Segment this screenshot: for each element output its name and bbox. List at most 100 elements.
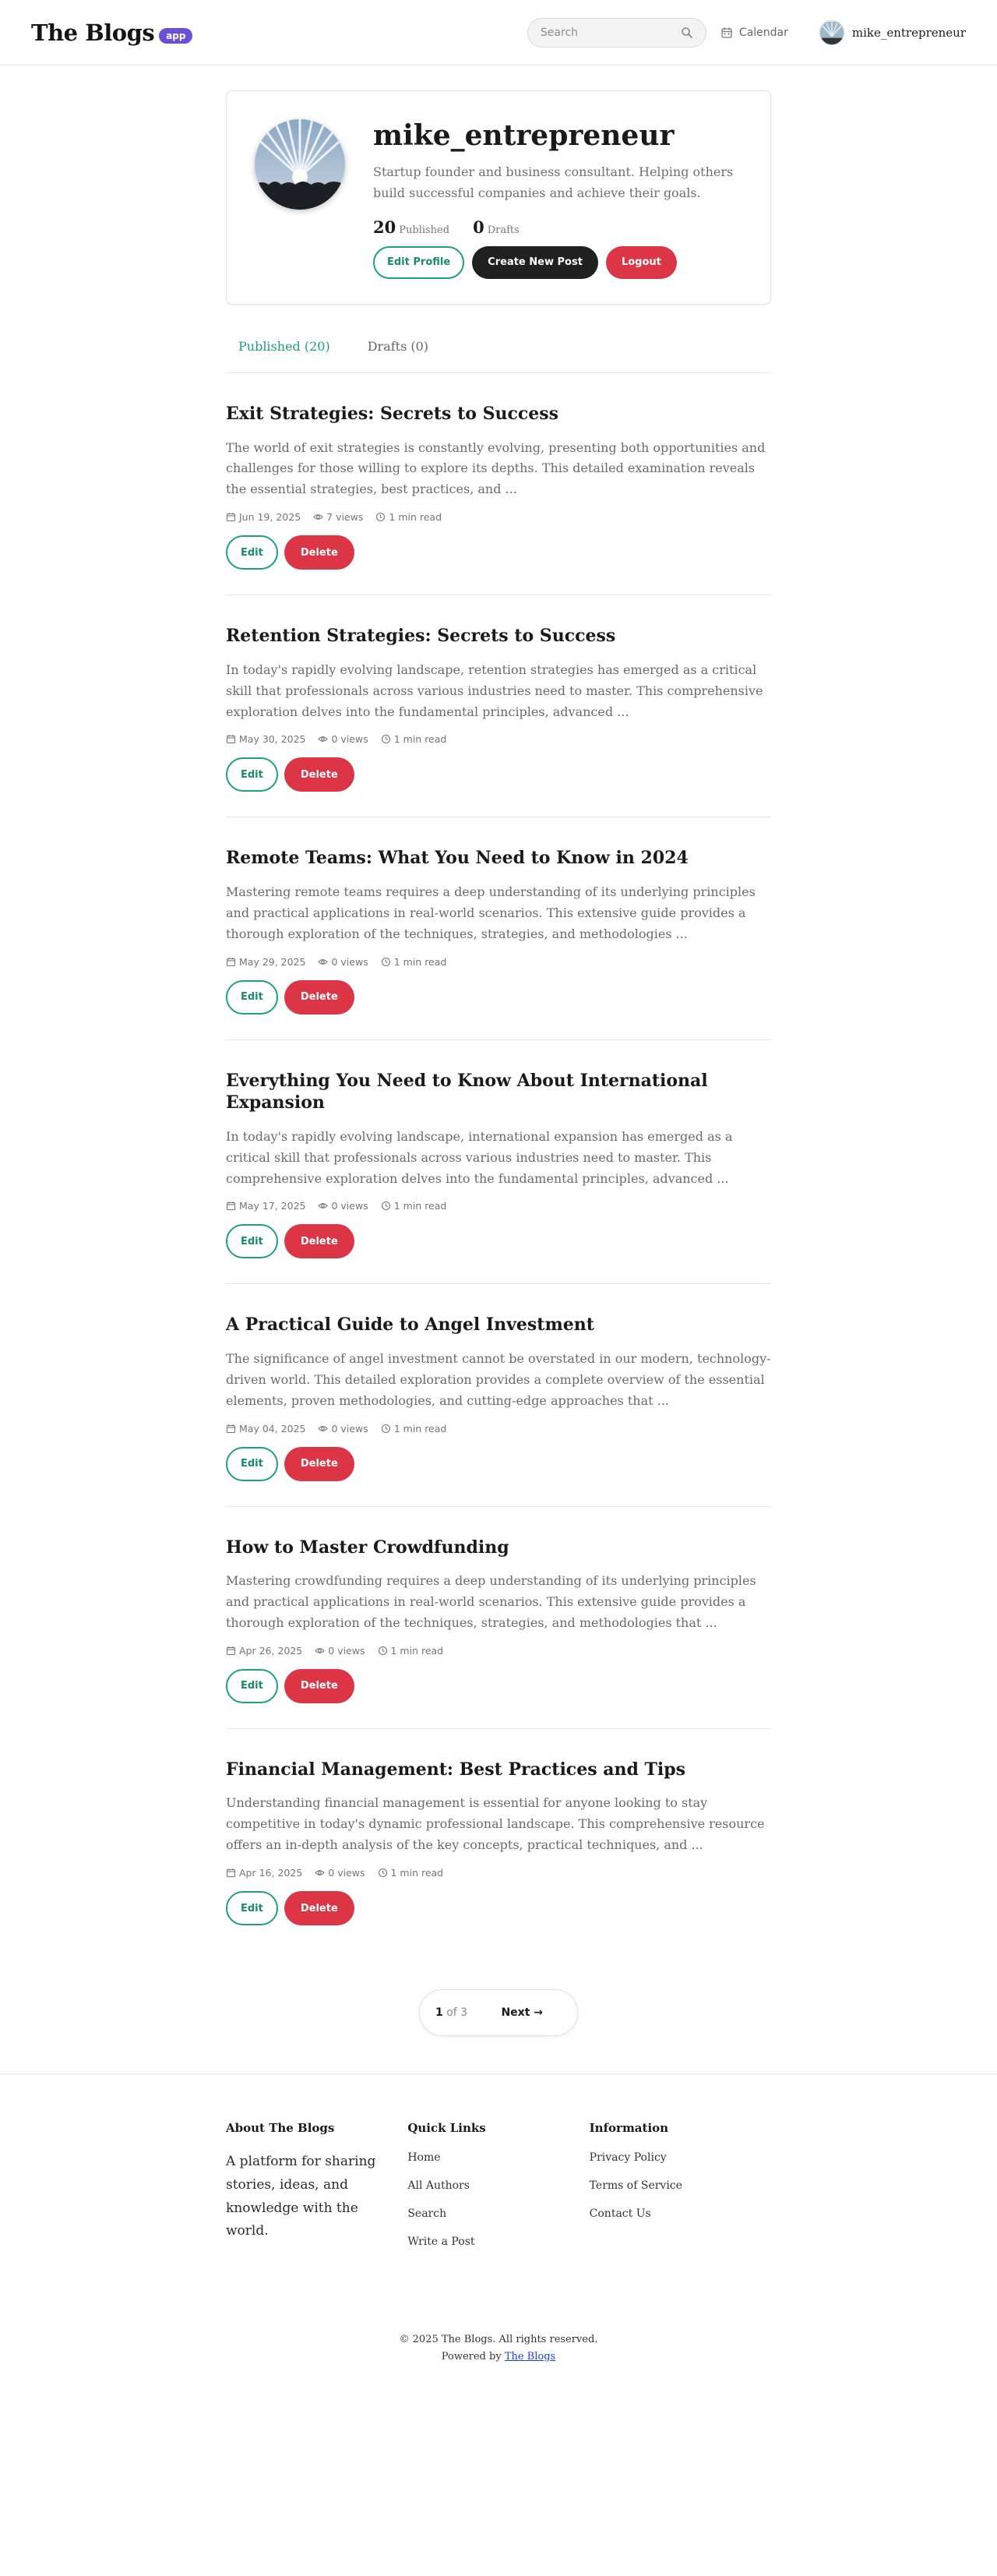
post-views-text: 0 views: [331, 1422, 368, 1434]
footer-link-home[interactable]: Home: [407, 2152, 589, 2163]
post-excerpt: In today's rapidly evolving landscape, r…: [226, 662, 763, 719]
profile-info: mike_entrepreneur Startup founder and bu…: [373, 119, 742, 279]
delete-post-button[interactable]: Delete: [284, 535, 354, 570]
post-title[interactable]: Exit Strategies: Secrets to Success: [226, 403, 771, 425]
user-menu[interactable]: mike_entrepreneur: [819, 19, 966, 45]
footer-link-privacy[interactable]: Privacy Policy: [590, 2152, 771, 2163]
post-read-time: 1 min read: [381, 733, 447, 746]
search-input[interactable]: [540, 26, 681, 39]
post-excerpt: In today's rapidly evolving landscape, i…: [226, 1128, 733, 1186]
footer-link-all-authors[interactable]: All Authors: [407, 2180, 589, 2191]
footer-quick-links: Home All Authors Search Write a Post: [407, 2152, 589, 2247]
post-date-text: Apr 16, 2025: [239, 1867, 303, 1879]
post-read-time-text: 1 min read: [393, 1200, 447, 1212]
post-meta: Apr 26, 2025 0 views 1 min read: [226, 1645, 771, 1657]
post-views: 7 views: [313, 511, 363, 523]
post-read-time-text: 1 min read: [390, 1867, 444, 1879]
post-title[interactable]: Retention Strategies: Secrets to Success: [226, 625, 771, 648]
post-date: Jun 19, 2025: [226, 511, 301, 523]
edit-post-button[interactable]: Edit: [226, 1446, 278, 1481]
post-read-time: 1 min read: [378, 1867, 444, 1879]
delete-post-button[interactable]: Delete: [284, 1668, 354, 1703]
eye-icon: [315, 1646, 326, 1656]
post-read-time-text: 1 min read: [393, 733, 447, 746]
post-title[interactable]: Financial Management: Best Practices and…: [226, 1759, 771, 1781]
edit-post-button[interactable]: Edit: [226, 757, 278, 792]
post-tabs: Published (20) Drafts (0): [226, 337, 771, 373]
post-views-text: 0 views: [328, 1644, 365, 1657]
post-excerpt: Mastering remote teams requires a deep u…: [226, 884, 756, 941]
footer-link-write-post[interactable]: Write a Post: [407, 2236, 589, 2247]
page-current: 1: [435, 2006, 443, 2020]
post-title[interactable]: Remote Teams: What You Need to Know in 2…: [226, 847, 771, 870]
clock-icon: [381, 1201, 391, 1211]
footer-columns: About The Blogs A platform for sharing s…: [226, 2121, 771, 2247]
edit-post-button[interactable]: Edit: [226, 535, 278, 570]
post-read-time: 1 min read: [381, 1423, 446, 1434]
post-actions: Edit Delete: [226, 535, 771, 570]
create-post-button[interactable]: Create New Post: [472, 245, 598, 279]
edit-post-button[interactable]: Edit: [226, 1891, 278, 1926]
calendar-link[interactable]: Calendar: [720, 26, 788, 39]
page-of: of 3: [446, 2006, 468, 2020]
post-read-time: 1 min read: [378, 1644, 444, 1657]
post-date-text: May 04, 2025: [239, 1422, 306, 1434]
footer-about-text: A platform for sharing stories, ideas, a…: [226, 2154, 376, 2239]
profile-bio: Startup founder and business consultant.…: [373, 164, 734, 200]
drafts-count: 0: [473, 217, 484, 237]
clock-icon: [381, 1424, 391, 1434]
clock-icon: [381, 734, 391, 744]
search-box: [527, 17, 706, 48]
delete-post-button[interactable]: Delete: [284, 1891, 354, 1926]
tab-drafts[interactable]: Drafts (0): [368, 337, 428, 372]
footer-link-contact[interactable]: Contact Us: [590, 2208, 771, 2219]
post-meta: Jun 19, 2025 7 views 1 min read: [226, 511, 771, 523]
profile-card: mike_entrepreneur Startup founder and bu…: [226, 90, 771, 305]
delete-post-button[interactable]: Delete: [284, 979, 354, 1015]
post-read-time: 1 min read: [381, 956, 446, 968]
post-read-time-text: 1 min read: [390, 1644, 444, 1657]
footer-about-heading: About The Blogs: [226, 2121, 335, 2136]
eye-icon: [318, 1201, 329, 1211]
delete-post-button[interactable]: Delete: [284, 1224, 354, 1259]
calendar-icon: [226, 1424, 236, 1434]
post-item: Everything You Need to Know About Intern…: [226, 1040, 771, 1285]
edit-post-button[interactable]: Edit: [226, 979, 278, 1015]
search-icon[interactable]: [681, 26, 693, 39]
post-title[interactable]: How to Master Crowdfunding: [226, 1537, 771, 1559]
footer-info-heading: Information: [589, 2121, 669, 2136]
edit-profile-button[interactable]: Edit Profile: [373, 245, 465, 279]
clock-icon: [378, 1868, 388, 1878]
delete-post-button[interactable]: Delete: [284, 1446, 354, 1481]
post-read-time-text: 1 min read: [389, 511, 442, 524]
post-views-text: 0 views: [328, 1867, 365, 1879]
post-actions: Edit Delete: [226, 1446, 771, 1481]
logout-button[interactable]: Logout: [605, 245, 677, 279]
edit-post-button[interactable]: Edit: [226, 1224, 278, 1259]
post-date: May 04, 2025: [226, 1423, 305, 1434]
post-excerpt: Mastering crowdfunding requires a deep u…: [226, 1573, 756, 1630]
next-page-button[interactable]: Next →: [501, 2006, 543, 2019]
published-count: 20: [373, 217, 396, 237]
post-actions: Edit Delete: [226, 757, 771, 792]
powered-by-link[interactable]: The Blogs: [505, 2351, 555, 2363]
post-date-text: May 30, 2025: [239, 733, 306, 746]
post-title[interactable]: A Practical Guide to Angel Investment: [226, 1314, 771, 1336]
edit-post-button[interactable]: Edit: [226, 1668, 278, 1703]
post-views-text: 7 views: [326, 511, 364, 524]
delete-post-button[interactable]: Delete: [284, 757, 354, 792]
post-meta: May 17, 2025 0 views 1 min read: [226, 1200, 771, 1212]
user-avatar: [819, 19, 844, 45]
tab-published[interactable]: Published (20): [238, 337, 330, 372]
clock-icon: [378, 1646, 388, 1656]
post-item: Exit Strategies: Secrets to Success The w…: [226, 373, 771, 596]
footer-link-terms[interactable]: Terms of Service: [590, 2180, 771, 2191]
footer-link-search[interactable]: Search: [407, 2208, 589, 2219]
post-title[interactable]: Everything You Need to Know About Intern…: [226, 1070, 771, 1114]
brand-logo[interactable]: The Blogs app: [31, 19, 193, 46]
post-views: 0 views: [318, 1200, 368, 1212]
post-read-time: 1 min read: [381, 1200, 447, 1212]
drafts-stat: 0 Drafts: [473, 217, 520, 237]
calendar-icon: [226, 734, 236, 744]
post-date-text: Apr 26, 2025: [239, 1644, 303, 1657]
